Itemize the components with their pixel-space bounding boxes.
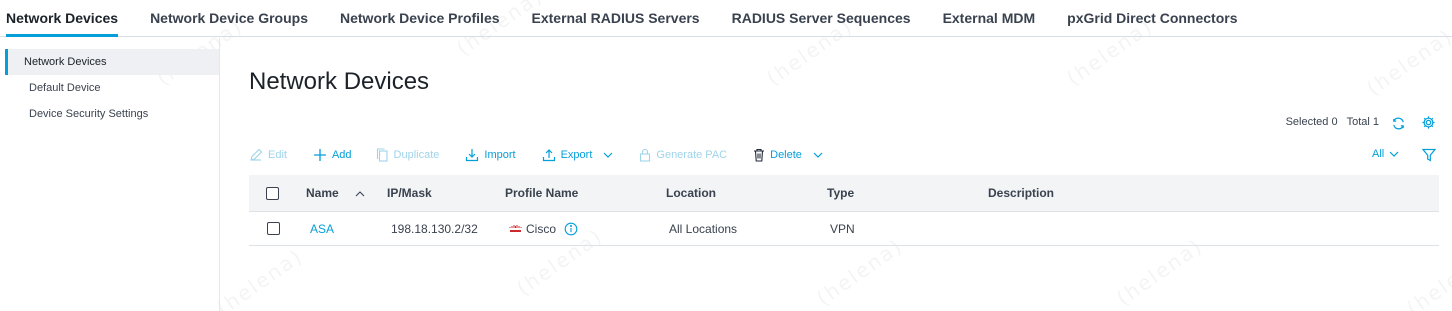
select-all-checkbox[interactable] xyxy=(266,186,279,200)
sidebar-item-default-device[interactable]: Default Device xyxy=(5,75,219,101)
location-cell: All Locations xyxy=(669,221,738,236)
top-tab-bar: Network Devices Network Device Groups Ne… xyxy=(0,0,1452,37)
chevron-down-icon xyxy=(813,152,823,158)
trash-icon xyxy=(754,148,765,162)
tab-label: RADIUS Server Sequences xyxy=(731,10,911,26)
sidebar: Network Devices Default Device Device Se… xyxy=(0,38,220,311)
profile-name-text: Cisco xyxy=(526,221,557,236)
tab-label: Network Device Groups xyxy=(150,10,308,26)
device-name-cell: ASA xyxy=(306,222,387,236)
tab-external-radius-servers[interactable]: External RADIUS Servers xyxy=(516,0,716,36)
column-label: Name xyxy=(306,186,339,200)
filter-icon[interactable] xyxy=(1421,147,1437,163)
column-label: IP/Mask xyxy=(387,186,432,200)
duplicate-label: Duplicate xyxy=(393,149,440,161)
gear-icon[interactable] xyxy=(1420,114,1436,130)
column-header-profile-name[interactable]: Profile Name xyxy=(505,186,666,200)
sidebar-item-label: Network Devices xyxy=(24,56,107,68)
edit-label: Edit xyxy=(268,149,287,161)
tab-pxgrid-direct-connectors[interactable]: pxGrid Direct Connectors xyxy=(1051,0,1253,36)
watermark: (helena) xyxy=(1402,243,1452,311)
export-icon xyxy=(542,149,555,162)
copy-icon xyxy=(376,148,388,162)
column-label: Type xyxy=(827,186,855,200)
sort-up-icon[interactable] xyxy=(355,190,365,197)
pencil-icon xyxy=(250,148,263,161)
type-cell: VPN xyxy=(830,221,855,236)
duplicate-button[interactable]: Duplicate xyxy=(376,148,440,162)
profile-name-cell: Cisco xyxy=(505,222,666,236)
row-checkbox[interactable] xyxy=(267,222,280,235)
info-icon[interactable] xyxy=(564,222,578,236)
row-checkbox-cell xyxy=(249,222,306,235)
export-label: Export xyxy=(560,149,593,161)
add-button[interactable]: Add xyxy=(313,148,352,162)
column-label: Location xyxy=(666,186,716,200)
device-name-link[interactable]: ASA xyxy=(310,222,334,236)
plus-icon xyxy=(313,149,326,161)
header-checkbox-cell xyxy=(249,186,306,200)
tab-radius-server-sequences[interactable]: RADIUS Server Sequences xyxy=(716,0,927,36)
sidebar-item-label: Default Device xyxy=(29,82,101,94)
delete-button[interactable]: Delete xyxy=(753,148,823,162)
tab-label: Network Device Profiles xyxy=(340,10,500,26)
toolbar: Edit Add Duplicate Import Export Generat… xyxy=(249,144,849,166)
tab-network-device-profiles[interactable]: Network Device Profiles xyxy=(324,0,516,36)
tab-network-device-groups[interactable]: Network Device Groups xyxy=(134,0,324,36)
sidebar-item-device-security-settings[interactable]: Device Security Settings xyxy=(5,101,219,127)
tab-external-mdm[interactable]: External MDM xyxy=(927,0,1052,36)
lock-icon xyxy=(640,148,651,162)
table-header: Name IP/Mask Profile Name Location Type … xyxy=(249,175,1439,212)
import-icon xyxy=(466,149,479,162)
add-label: Add xyxy=(331,149,352,161)
column-header-name[interactable]: Name xyxy=(306,186,387,200)
column-header-ip-mask[interactable]: IP/Mask xyxy=(387,186,505,200)
watermark: (helena) xyxy=(212,243,308,311)
page-title: Network Devices xyxy=(249,68,430,95)
generate-pac-button[interactable]: Generate PAC xyxy=(639,148,727,162)
column-label: Description xyxy=(988,186,1055,200)
generate-pac-label: Generate PAC xyxy=(656,149,728,161)
edit-button[interactable]: Edit xyxy=(249,148,287,162)
refresh-icon[interactable] xyxy=(1390,115,1406,131)
sidebar-item-network-devices[interactable]: Network Devices xyxy=(5,49,219,75)
tab-label: pxGrid Direct Connectors xyxy=(1067,10,1238,26)
table-row[interactable]: ASA 198.18.130.2/32 Cisco All Locations … xyxy=(249,212,1439,246)
chevron-down-icon xyxy=(1389,151,1399,157)
selection-counts: Selected 0 Total 1 xyxy=(1286,116,1379,128)
sidebar-item-label: Device Security Settings xyxy=(29,108,149,120)
export-button[interactable]: Export xyxy=(542,148,614,162)
tab-label: External RADIUS Servers xyxy=(531,10,700,26)
tab-network-devices[interactable]: Network Devices xyxy=(6,0,134,37)
ip-mask-cell: 198.18.130.2/32 xyxy=(391,221,478,236)
selected-count: Selected 0 xyxy=(1285,116,1338,128)
filter-selected-value: All xyxy=(1372,148,1385,160)
chevron-down-icon xyxy=(603,152,613,158)
column-header-description[interactable]: Description xyxy=(988,186,1439,200)
column-label: Profile Name xyxy=(505,186,579,200)
tab-label: Network Devices xyxy=(6,10,119,26)
column-header-type[interactable]: Type xyxy=(827,186,988,200)
cisco-logo-icon xyxy=(509,224,522,233)
filter-select[interactable]: All xyxy=(1372,148,1399,160)
import-button[interactable]: Import xyxy=(465,148,516,162)
column-header-location[interactable]: Location xyxy=(666,186,827,200)
tab-label: External MDM xyxy=(942,10,1036,26)
import-label: Import xyxy=(484,149,516,161)
delete-label: Delete xyxy=(770,149,802,161)
total-count: Total 1 xyxy=(1346,116,1379,128)
network-devices-table: Name IP/Mask Profile Name Location Type … xyxy=(249,175,1439,246)
